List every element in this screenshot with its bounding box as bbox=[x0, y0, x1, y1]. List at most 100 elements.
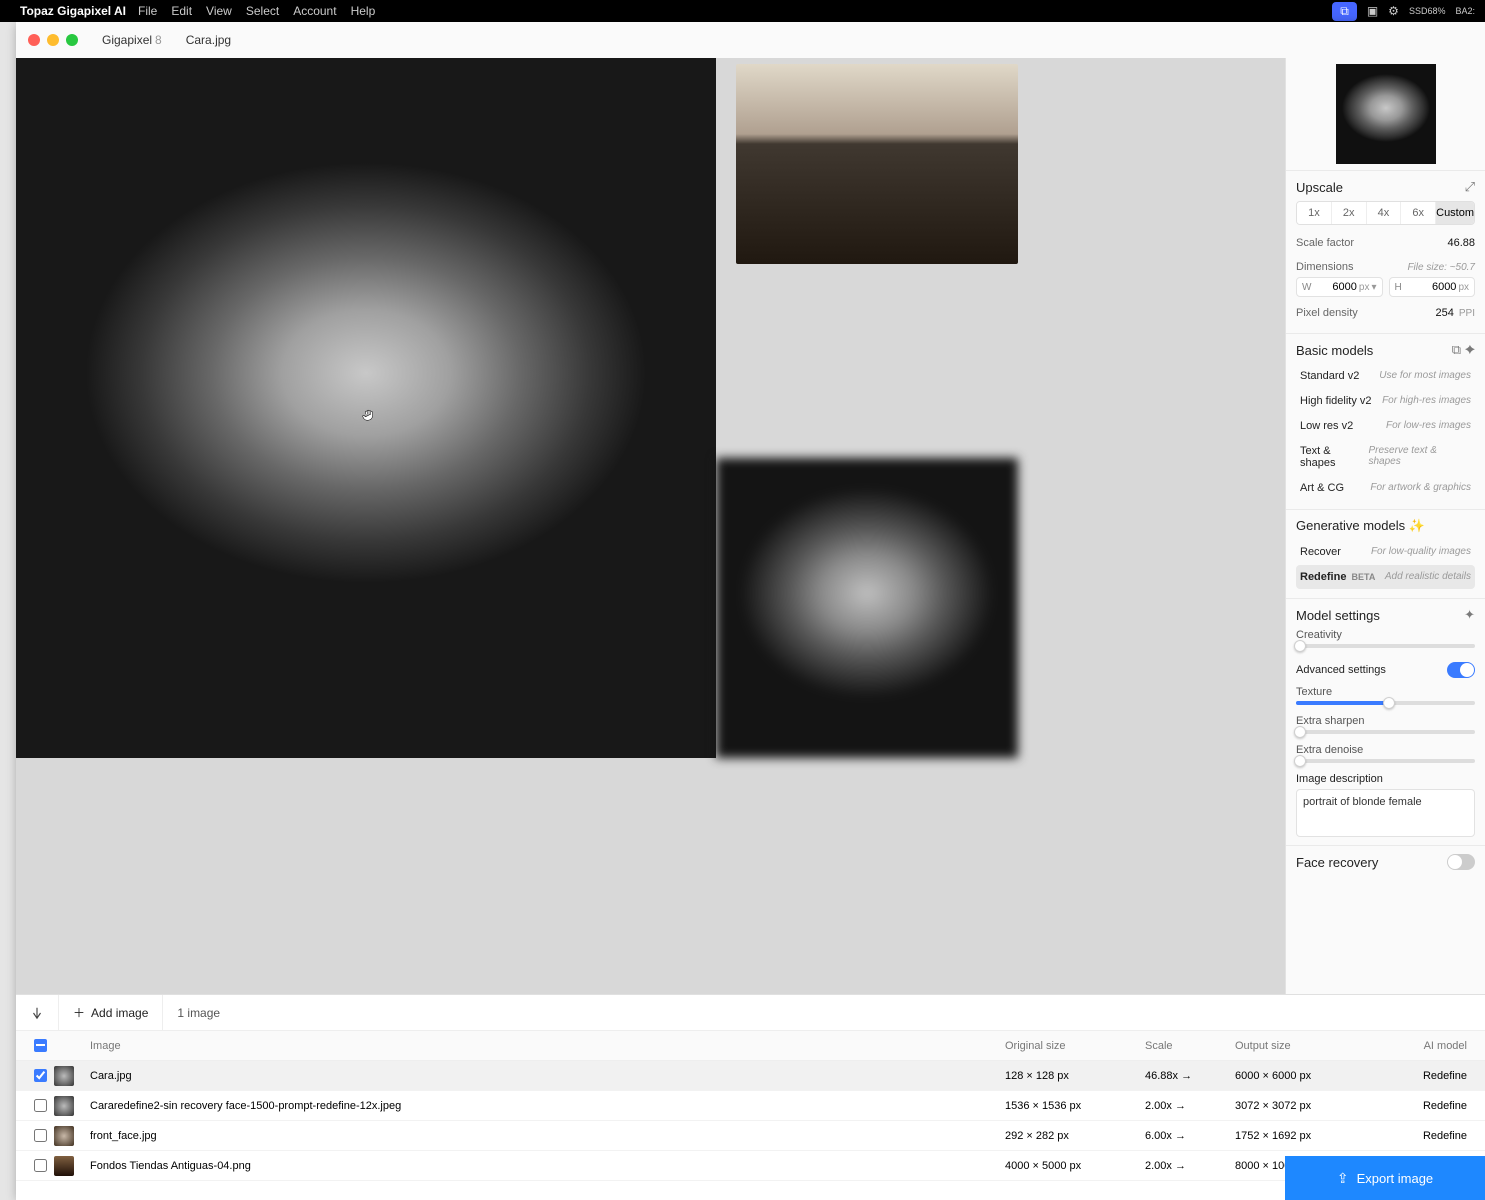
model-settings-title: Model settings bbox=[1296, 608, 1380, 623]
preset-custom[interactable]: Custom bbox=[1436, 202, 1474, 224]
menu-help[interactable]: Help bbox=[351, 4, 376, 18]
gear-icon[interactable]: ⚙ bbox=[1388, 4, 1399, 18]
upscale-preset-segmented[interactable]: 1x 2x 4x 6x Custom bbox=[1296, 201, 1475, 225]
menubar-app-name[interactable]: Topaz Gigapixel AI bbox=[20, 4, 126, 18]
menu-file[interactable]: File bbox=[138, 4, 157, 18]
header-image[interactable]: Image bbox=[84, 1040, 1005, 1052]
pixel-density-value[interactable]: 254 bbox=[1435, 307, 1453, 319]
screen-record-icon[interactable]: ⧉ bbox=[1332, 2, 1357, 21]
model-desc: Preserve text & shapes bbox=[1369, 445, 1472, 469]
header-output-size[interactable]: Output size bbox=[1235, 1040, 1385, 1052]
row-scale: 46.88x → bbox=[1145, 1070, 1235, 1082]
model-name: Standard v2 bbox=[1300, 370, 1359, 382]
add-image-button[interactable]: ＋ Add image bbox=[59, 995, 163, 1030]
battery-indicator: BA2: bbox=[1455, 7, 1475, 16]
basic-model-row[interactable]: Text & shapesPreserve text & shapes bbox=[1296, 439, 1475, 475]
scale-factor-value[interactable]: 46.88 bbox=[1447, 237, 1475, 249]
face-recovery-title: Face recovery bbox=[1296, 855, 1378, 870]
sparkle-icon: ✨ bbox=[1409, 518, 1425, 534]
navigator-thumbnail[interactable] bbox=[1286, 58, 1485, 170]
width-field[interactable]: W px ▾ bbox=[1296, 277, 1383, 297]
camera-icon[interactable]: ▣ bbox=[1367, 4, 1378, 18]
row-output-size: 1752 × 1692 px bbox=[1235, 1130, 1385, 1142]
menu-edit[interactable]: Edit bbox=[171, 4, 192, 18]
model-name: Recover bbox=[1300, 546, 1341, 558]
basic-models-title: Basic models bbox=[1296, 343, 1373, 358]
basic-model-row[interactable]: Art & CGFor artwork & graphics bbox=[1296, 476, 1475, 500]
plus-icon: ＋ bbox=[73, 1004, 85, 1021]
row-checkbox[interactable] bbox=[34, 1129, 47, 1142]
compare-icon[interactable]: ⧉ bbox=[1452, 342, 1461, 357]
model-name: High fidelity v2 bbox=[1300, 395, 1372, 407]
advanced-settings-toggle[interactable] bbox=[1447, 662, 1475, 678]
menu-select[interactable]: Select bbox=[246, 4, 279, 18]
face-recovery-toggle[interactable] bbox=[1447, 854, 1475, 870]
export-icon: ⇪ bbox=[1337, 1170, 1349, 1187]
export-image-button[interactable]: ⇪ Export image bbox=[1285, 1156, 1485, 1200]
menu-view[interactable]: View bbox=[206, 4, 232, 18]
preset-1x[interactable]: 1x bbox=[1297, 202, 1332, 224]
auto-icon[interactable]: ✦ bbox=[1465, 342, 1475, 357]
crop-icon[interactable]: ⤢ bbox=[1465, 179, 1475, 195]
extra-denoise-label: Extra denoise bbox=[1296, 744, 1363, 756]
header-ai-model[interactable]: AI model bbox=[1385, 1040, 1475, 1052]
gen-model-row[interactable]: Redefine BETAAdd realistic details bbox=[1296, 565, 1475, 589]
image-description-label: Image description bbox=[1296, 773, 1383, 785]
extra-sharpen-slider[interactable] bbox=[1296, 730, 1475, 734]
extra-denoise-slider[interactable] bbox=[1296, 759, 1475, 763]
height-field[interactable]: H px bbox=[1389, 277, 1476, 297]
webcam-overlay[interactable] bbox=[736, 64, 1018, 264]
texture-slider[interactable] bbox=[1296, 701, 1475, 705]
tab-file[interactable]: Cara.jpg bbox=[186, 33, 231, 47]
row-model: Redefine bbox=[1385, 1070, 1475, 1082]
original-preview-image[interactable] bbox=[716, 458, 1018, 758]
tab-app[interactable]: Gigapixel8 bbox=[102, 33, 162, 47]
chevron-down-icon[interactable]: ▾ bbox=[1371, 282, 1376, 293]
width-input[interactable] bbox=[1315, 281, 1356, 293]
basic-model-row[interactable]: Low res v2For low-res images bbox=[1296, 414, 1475, 438]
header-scale[interactable]: Scale bbox=[1145, 1040, 1235, 1052]
settings-sidebar: Upscale ⤢ 1x 2x 4x 6x Custom Scale facto… bbox=[1285, 58, 1485, 994]
preset-4x[interactable]: 4x bbox=[1367, 202, 1402, 224]
preset-6x[interactable]: 6x bbox=[1401, 202, 1436, 224]
window-minimize-button[interactable] bbox=[47, 34, 59, 46]
image-description-input[interactable]: portrait of blonde female bbox=[1296, 789, 1475, 837]
titlebar: Gigapixel8 Cara.jpg bbox=[16, 22, 1485, 58]
row-checkbox[interactable] bbox=[34, 1069, 47, 1082]
row-thumbnail bbox=[54, 1066, 74, 1086]
row-checkbox[interactable] bbox=[34, 1159, 47, 1172]
creativity-slider[interactable] bbox=[1296, 644, 1475, 648]
header-original-size[interactable]: Original size bbox=[1005, 1040, 1145, 1052]
row-output-size: 3072 × 3072 px bbox=[1235, 1100, 1385, 1112]
table-row[interactable]: Fondos Tiendas Antiguas-04.png 4000 × 50… bbox=[16, 1151, 1485, 1181]
model-name: Redefine BETA bbox=[1300, 571, 1375, 583]
table-row[interactable]: Cara.jpg 128 × 128 px 46.88x → 6000 × 60… bbox=[16, 1061, 1485, 1091]
file-size-label: File size: ~50.7 bbox=[1407, 262, 1475, 273]
gen-model-row[interactable]: RecoverFor low-quality images bbox=[1296, 540, 1475, 564]
row-original-size: 4000 × 5000 px bbox=[1005, 1160, 1145, 1172]
creativity-label: Creativity bbox=[1296, 629, 1342, 641]
row-original-size: 128 × 128 px bbox=[1005, 1070, 1145, 1082]
image-viewer[interactable] bbox=[16, 58, 1285, 994]
table-row[interactable]: front_face.jpg 292 × 282 px 6.00x → 1752… bbox=[16, 1121, 1485, 1151]
filter-button[interactable] bbox=[16, 995, 59, 1030]
model-name: Low res v2 bbox=[1300, 420, 1353, 432]
auto-settings-icon[interactable]: ✦ bbox=[1464, 607, 1475, 623]
row-checkbox[interactable] bbox=[34, 1099, 47, 1112]
select-all-checkbox[interactable] bbox=[34, 1039, 47, 1052]
table-row[interactable]: Cararedefine2-sin recovery face-1500-pro… bbox=[16, 1091, 1485, 1121]
basic-model-row[interactable]: High fidelity v2For high-res images bbox=[1296, 389, 1475, 413]
menu-account[interactable]: Account bbox=[293, 4, 336, 18]
row-filename: Cararedefine2-sin recovery face-1500-pro… bbox=[84, 1100, 1005, 1112]
row-scale: 6.00x → bbox=[1145, 1130, 1235, 1142]
row-thumbnail bbox=[54, 1096, 74, 1116]
basic-model-row[interactable]: Standard v2Use for most images bbox=[1296, 364, 1475, 388]
model-desc: For artwork & graphics bbox=[1370, 482, 1471, 494]
row-original-size: 292 × 282 px bbox=[1005, 1130, 1145, 1142]
preset-2x[interactable]: 2x bbox=[1332, 202, 1367, 224]
window-close-button[interactable] bbox=[28, 34, 40, 46]
window-zoom-button[interactable] bbox=[66, 34, 78, 46]
row-output-size: 6000 × 6000 px bbox=[1235, 1070, 1385, 1082]
ssd-indicator: SSD68% bbox=[1409, 7, 1446, 16]
height-input[interactable] bbox=[1406, 281, 1457, 293]
